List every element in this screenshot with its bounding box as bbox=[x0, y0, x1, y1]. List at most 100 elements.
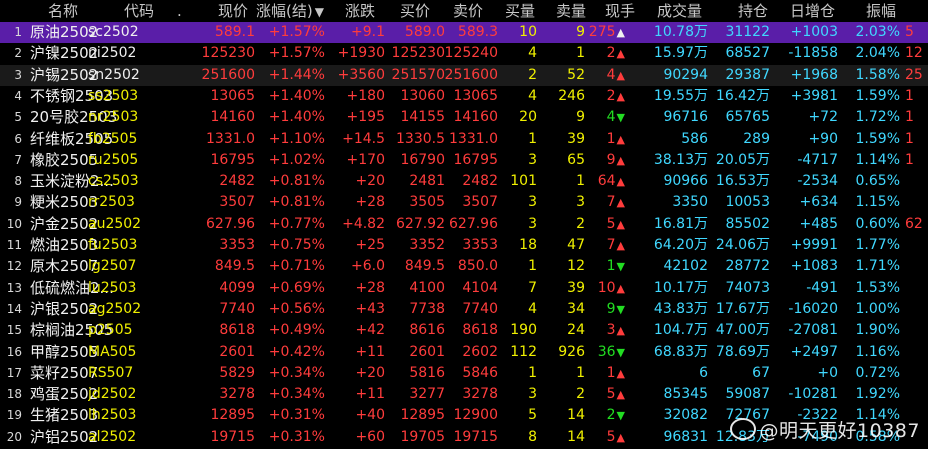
last-volume-value: 1 bbox=[606, 364, 616, 381]
table-row[interactable]: 8 玉米淀粉2... cs2503 2482 +0.81% +20 2481 2482 101 1… bbox=[0, 171, 928, 192]
cell-pct: +1.57% bbox=[268, 45, 325, 62]
col-header-code[interactable]: 代码 bbox=[124, 0, 164, 22]
table-row[interactable]: 4 不锈钢2503 ss2503 13065 +1.40% +180 13060 13065 4… bbox=[0, 86, 928, 107]
cell-bidv: 112 bbox=[510, 343, 537, 360]
table-row[interactable]: 9 粳米2503 rr2503 3507 +0.81% +28 3505 3507 3 3 7▲ 33… bbox=[0, 192, 928, 213]
cell-bidv: 1 bbox=[528, 258, 537, 275]
col-header-bidv[interactable]: 买量 bbox=[505, 0, 545, 22]
col-header-ask[interactable]: 卖价 bbox=[453, 0, 493, 22]
cell-extra bbox=[905, 384, 928, 405]
cell-no: 18 bbox=[6, 387, 22, 402]
cell-askv: 34 bbox=[567, 300, 585, 317]
cell-last: 4▼ bbox=[585, 107, 625, 128]
cell-no: 4 bbox=[14, 88, 22, 103]
table-row[interactable]: 2 沪镍2502 ni2502 125230 +1.57% +1930 125230 1252… bbox=[0, 43, 928, 64]
cell-last: 1▼ bbox=[585, 256, 625, 277]
weibo-logo-icon bbox=[729, 418, 756, 440]
table-row[interactable]: 15 棕榈油2505 p2505 8618 +0.49% +42 8616 8618 190 24… bbox=[0, 320, 928, 341]
cell-amp: 1.72% bbox=[855, 109, 900, 126]
cell-pct: +0.34% bbox=[268, 364, 325, 381]
col-header-name[interactable]: 名称 bbox=[48, 0, 108, 22]
sort-desc-arrow-icon: ▼ bbox=[314, 5, 324, 19]
table-row[interactable]: 1 原油2502 sc2502 589.1 +1.57% +9.1 589.0 589.3 10… bbox=[0, 22, 928, 43]
cell-amp: 1.16% bbox=[855, 343, 900, 360]
cell-askv: 1 bbox=[576, 364, 585, 381]
last-volume-value: 10 bbox=[597, 279, 616, 296]
cell-bid: 14155 bbox=[400, 109, 445, 126]
cell-code: al2502 bbox=[88, 428, 137, 445]
cell-bid: 2481 bbox=[409, 173, 445, 190]
cell-pct: +0.81% bbox=[268, 173, 325, 190]
cell-chg: +3560 bbox=[337, 66, 385, 83]
cell-code: ss2503 bbox=[88, 87, 139, 104]
cell-pct: +0.75% bbox=[268, 237, 325, 253]
cell-bid: 7738 bbox=[409, 300, 445, 317]
table-row[interactable]: 6 纤维板2505 fb2505 1331.0 +1.10% +14.5 1330.5 133… bbox=[0, 129, 928, 150]
table-row[interactable]: 11 燃油2503 fu2503 3353 +0.75% +25 3352 3353 18 47 7… bbox=[0, 235, 928, 256]
cell-no: 12 bbox=[6, 259, 22, 274]
cell-last: 9▼ bbox=[585, 299, 625, 320]
table-row[interactable]: 10 沪金2502 au2502 627.96 +0.77% +4.82 627.92 627… bbox=[0, 214, 928, 235]
col-header-askv[interactable]: 卖量 bbox=[556, 0, 596, 22]
col-header-amp[interactable]: 振幅 bbox=[866, 0, 906, 22]
cell-pct: +1.40% bbox=[268, 87, 325, 104]
cell-askv: 9 bbox=[576, 24, 585, 40]
table-row[interactable]: 17 菜籽2507 RS507 5829 +0.34% +20 5816 5846 1 1 1▲ 6 6… bbox=[0, 363, 928, 384]
cell-ask: 14160 bbox=[453, 109, 498, 126]
cell-bidv: 4 bbox=[528, 45, 537, 62]
cell-chg: +11 bbox=[355, 386, 385, 403]
cell-code: lu2503 bbox=[88, 279, 137, 296]
cell-vol: 90966 bbox=[663, 173, 708, 190]
arrow-up-icon: ▲ bbox=[616, 388, 625, 402]
cell-amp: 1.58% bbox=[855, 66, 900, 83]
cell-last: 2▼ bbox=[585, 405, 625, 426]
cell-last: 5▲ bbox=[585, 427, 625, 448]
col-header-pct[interactable]: 涨幅(结) ▼ bbox=[256, 0, 326, 22]
col-header-chg[interactable]: 涨跌 bbox=[345, 0, 385, 22]
last-volume-value: 7 bbox=[606, 194, 616, 211]
table-row[interactable]: 7 橡胶2505 ru2505 16795 +1.02% +170 16790 16795 3 6… bbox=[0, 150, 928, 171]
arrow-up-icon: ▲ bbox=[616, 26, 625, 39]
cell-bidv: 3 bbox=[528, 215, 537, 232]
cell-pct: +0.31% bbox=[268, 407, 325, 424]
cell-extra bbox=[905, 256, 928, 277]
cell-bidv: 4 bbox=[528, 300, 537, 317]
cell-no: 13 bbox=[6, 280, 22, 295]
table-row[interactable]: 13 低硫燃油2... lu2503 4099 +0.69% +28 4100 4104 7 39… bbox=[0, 278, 928, 299]
col-header-oichg[interactable]: 日增仓 bbox=[790, 0, 845, 22]
cell-code: jd2502 bbox=[88, 386, 137, 403]
cell-askv: 12 bbox=[567, 258, 585, 275]
col-header-oi[interactable]: 持仓 bbox=[738, 0, 778, 22]
cell-no: 16 bbox=[6, 344, 22, 359]
cell-askv: 246 bbox=[558, 87, 585, 104]
table-row[interactable]: 12 原木2507 lg2507 849.5 +0.71% +6.0 849.5 850.0 1… bbox=[0, 256, 928, 277]
cell-askv: 47 bbox=[567, 237, 585, 253]
cell-chg: +6.0 bbox=[351, 258, 385, 275]
arrow-down-icon: ▼ bbox=[616, 302, 625, 316]
cell-bid: 2601 bbox=[409, 343, 445, 360]
cell-ask: 251600 bbox=[444, 66, 498, 83]
col-header-price[interactable]: 现价 bbox=[218, 0, 258, 22]
cell-oichg: +1968 bbox=[790, 66, 838, 83]
cell-oichg: -16020 bbox=[788, 300, 838, 317]
table-row[interactable]: 14 沪银2502 ag2502 7740 +0.56% +43 7738 7740 4 34 9▼… bbox=[0, 299, 928, 320]
table-row[interactable]: 16 甲醇2505 MA505 2601 +0.42% +11 2601 2602 112 926… bbox=[0, 342, 928, 363]
table-row[interactable]: 3 沪锡2502 sn2502 251600 +1.44% +3560 251570 2516… bbox=[0, 64, 928, 86]
cell-askv: 1 bbox=[576, 45, 585, 62]
cell-amp: 1.77% bbox=[855, 237, 900, 253]
col-header-vol[interactable]: 成交量 bbox=[657, 0, 712, 22]
cell-no: 9 bbox=[14, 195, 22, 210]
cell-extra: 25 bbox=[905, 66, 923, 83]
cell-askv: 2 bbox=[576, 215, 585, 232]
cell-code: cs2503 bbox=[88, 173, 139, 190]
cell-pct: +0.34% bbox=[268, 386, 325, 403]
cell-askv: 3 bbox=[576, 194, 585, 211]
table-row[interactable]: 18 鸡蛋2502 jd2502 3278 +0.34% +11 3277 3278 3 2 5▲ 8… bbox=[0, 384, 928, 405]
table-row[interactable]: 5 20号胶2503 nr2503 14160 +1.40% +195 14155 14160… bbox=[0, 107, 928, 128]
cell-pct: +0.42% bbox=[268, 343, 325, 360]
col-header-bid[interactable]: 买价 bbox=[400, 0, 440, 22]
cell-price: 627.96 bbox=[206, 215, 255, 232]
cell-price: 3278 bbox=[219, 386, 255, 403]
col-header-last[interactable]: 现手 bbox=[605, 0, 645, 22]
cell-ask: 1331.0 bbox=[449, 130, 498, 147]
